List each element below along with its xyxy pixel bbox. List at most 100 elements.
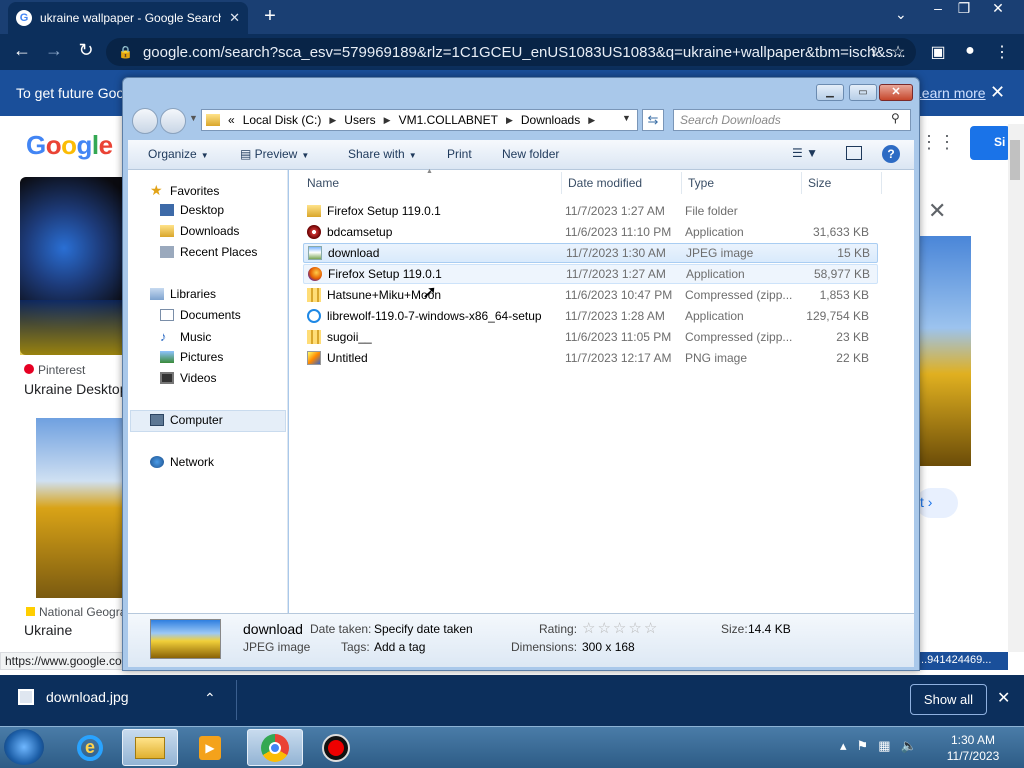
explorer-search-input[interactable]: Search Downloads bbox=[673, 109, 911, 131]
network-icon[interactable]: ▦ bbox=[878, 738, 890, 754]
change-view-icon[interactable]: ☰ ▼ bbox=[792, 146, 818, 160]
nav-libraries[interactable]: Libraries bbox=[150, 287, 216, 301]
file-row[interactable]: bdcamsetup 11/6/2023 11:10 PM Applicatio… bbox=[303, 222, 878, 242]
print-button[interactable]: Print bbox=[447, 147, 472, 161]
breadcrumb-item[interactable]: VM1.COLLABNET bbox=[399, 113, 498, 127]
refresh-icon[interactable]: ⇆ bbox=[642, 109, 664, 131]
column-divider[interactable] bbox=[881, 172, 882, 194]
explorer-address-bar[interactable]: « Local Disk (C:) ▶ Users ▶ VM1.COLLABNET ▶… bbox=[201, 109, 638, 131]
preview-close-icon[interactable]: ✕ bbox=[928, 198, 946, 224]
show-all-button[interactable]: Show all bbox=[910, 684, 987, 715]
nav-desktop[interactable]: Desktop bbox=[160, 203, 224, 217]
address-dropdown-icon[interactable]: ▼ bbox=[622, 113, 631, 123]
bookmark-star-icon[interactable]: ☆ bbox=[886, 42, 910, 62]
star-outline-icon[interactable]: ☆ bbox=[644, 619, 657, 637]
file-row-hovered[interactable]: Firefox Setup 119.0.1 11/7/2023 1:27 AM … bbox=[303, 264, 878, 284]
explorer-minimize-button[interactable]: ▁ bbox=[816, 84, 844, 101]
download-item[interactable]: download.jpg bbox=[18, 689, 129, 705]
new-tab-button[interactable]: + bbox=[258, 5, 282, 28]
column-header-date[interactable]: Date modified bbox=[568, 176, 642, 190]
help-icon[interactable]: ? bbox=[882, 145, 900, 163]
nav-favorites[interactable]: ★ Favorites bbox=[150, 182, 219, 199]
file-row-selected[interactable]: download 11/7/2023 1:30 AM JPEG image 15… bbox=[303, 243, 878, 263]
star-outline-icon[interactable]: ☆ bbox=[628, 619, 641, 637]
reload-icon[interactable]: ↻ bbox=[74, 40, 98, 61]
column-header-size[interactable]: Size bbox=[808, 176, 831, 190]
preview-button[interactable]: ▤ Preview ▼ bbox=[240, 147, 309, 161]
breadcrumb-item[interactable]: Users bbox=[344, 113, 375, 127]
recent-pages-dropdown-icon[interactable]: ▼ bbox=[189, 113, 198, 123]
file-row[interactable]: librewolf-119.0-7-windows-x86_64-setup 1… bbox=[303, 306, 878, 326]
profile-avatar-icon[interactable]: ● bbox=[958, 42, 982, 60]
learn-more-link[interactable]: Learn more bbox=[914, 85, 986, 101]
taskbar-clock[interactable]: 1:30 AM 11/7/2023 bbox=[940, 732, 1006, 764]
preview-next-button[interactable]: t › bbox=[916, 488, 958, 518]
back-arrow-icon[interactable]: ← bbox=[10, 40, 34, 61]
nav-recent-places[interactable]: Recent Places bbox=[160, 245, 257, 259]
nav-documents[interactable]: Documents bbox=[160, 308, 241, 322]
column-header-type[interactable]: Type bbox=[688, 176, 714, 190]
breadcrumb-arrow-icon[interactable]: ▶ bbox=[506, 115, 513, 126]
breadcrumb-arrow-icon[interactable]: ▶ bbox=[588, 115, 595, 126]
sign-in-button[interactable]: Si bbox=[970, 126, 1010, 160]
file-row[interactable]: Firefox Setup 119.0.1 11/7/2023 1:27 AM … bbox=[303, 201, 878, 221]
google-logo[interactable]: Google bbox=[26, 130, 113, 161]
star-outline-icon[interactable]: ☆ bbox=[613, 619, 626, 637]
star-outline-icon[interactable]: ☆ bbox=[582, 619, 595, 637]
taskbar-recorder[interactable] bbox=[308, 729, 364, 766]
address-bar[interactable]: 🔒 google.com/search?sca_esv=579969189&rl… bbox=[106, 38, 916, 66]
explorer-back-button[interactable] bbox=[132, 108, 158, 134]
tags-value[interactable]: Add a tag bbox=[374, 640, 425, 654]
chevron-up-icon[interactable]: ⌃ bbox=[204, 690, 216, 707]
breadcrumb-arrow-icon[interactable]: ▶ bbox=[384, 115, 391, 126]
start-button[interactable] bbox=[4, 729, 44, 765]
taskbar-ie[interactable]: e bbox=[62, 729, 118, 766]
taskbar-media-player[interactable]: ▶ bbox=[182, 729, 238, 766]
file-row[interactable]: Untitled 11/7/2023 12:17 AM PNG image 22… bbox=[303, 348, 878, 368]
breadcrumb-item[interactable]: Downloads bbox=[521, 113, 580, 127]
tray-expand-icon[interactable]: ▴ bbox=[840, 738, 847, 754]
side-panel-icon[interactable]: ▣ bbox=[926, 42, 950, 62]
nav-videos[interactable]: Videos bbox=[160, 371, 216, 385]
result-1-caption[interactable]: Ukraine Desktop Wallpapers bbox=[24, 381, 124, 397]
infobar-close-icon[interactable]: ✕ bbox=[990, 82, 1005, 103]
volume-icon[interactable]: 🔈 bbox=[900, 738, 916, 754]
breadcrumb-prefix[interactable]: « bbox=[228, 113, 235, 127]
breadcrumb-arrow-icon[interactable]: ▶ bbox=[329, 115, 336, 126]
star-outline-icon[interactable]: ☆ bbox=[597, 619, 610, 637]
nav-downloads[interactable]: Downloads bbox=[160, 224, 239, 238]
result-image-2[interactable] bbox=[36, 418, 130, 598]
share-with-button[interactable]: Share with ▼ bbox=[348, 147, 417, 161]
close-window-button[interactable]: ✕ bbox=[982, 0, 1014, 20]
explorer-maximize-button[interactable]: ▭ bbox=[849, 84, 877, 101]
column-divider[interactable] bbox=[561, 172, 562, 194]
nav-music[interactable]: ♪ Music bbox=[160, 329, 211, 344]
preview-pane-icon[interactable] bbox=[846, 146, 862, 160]
forward-arrow-icon[interactable]: → bbox=[42, 40, 66, 61]
apps-grid-icon[interactable]: ⋮⋮ bbox=[920, 132, 956, 153]
taskbar-chrome[interactable] bbox=[247, 729, 303, 766]
page-scrollbar-thumb[interactable] bbox=[1010, 140, 1020, 180]
new-folder-button[interactable]: New folder bbox=[502, 147, 559, 161]
result-2-caption[interactable]: Ukraine bbox=[24, 622, 72, 638]
nav-network[interactable]: Network bbox=[150, 455, 214, 469]
taskbar-explorer[interactable] bbox=[122, 729, 178, 766]
date-taken-value[interactable]: Specify date taken bbox=[374, 622, 473, 636]
page-scrollbar[interactable] bbox=[1008, 124, 1024, 652]
explorer-forward-button[interactable] bbox=[160, 108, 186, 134]
restore-button[interactable]: ❐ bbox=[948, 0, 980, 20]
share-icon[interactable]: ⇪ bbox=[862, 44, 886, 60]
tab-close-icon[interactable]: ✕ bbox=[229, 10, 240, 26]
nav-computer[interactable]: Computer bbox=[150, 413, 223, 427]
nav-pictures[interactable]: Pictures bbox=[160, 350, 223, 364]
column-header-name[interactable]: Name bbox=[307, 176, 339, 190]
preview-image[interactable] bbox=[918, 236, 971, 466]
rating-stars[interactable]: ☆ ☆ ☆ ☆ ☆ bbox=[582, 619, 657, 637]
menu-kebab-icon[interactable]: ⋮ bbox=[990, 42, 1014, 62]
explorer-close-button[interactable]: ✕ bbox=[879, 84, 913, 101]
breadcrumb-item[interactable]: Local Disk (C:) bbox=[243, 113, 322, 127]
organize-button[interactable]: Organize ▼ bbox=[148, 147, 209, 161]
column-divider[interactable] bbox=[681, 172, 682, 194]
file-row[interactable]: Hatsune+Miku+Moon 11/6/2023 10:47 PM Com… bbox=[303, 285, 878, 305]
browser-tab[interactable]: G ukraine wallpaper - Google Search ✕ bbox=[8, 2, 248, 34]
